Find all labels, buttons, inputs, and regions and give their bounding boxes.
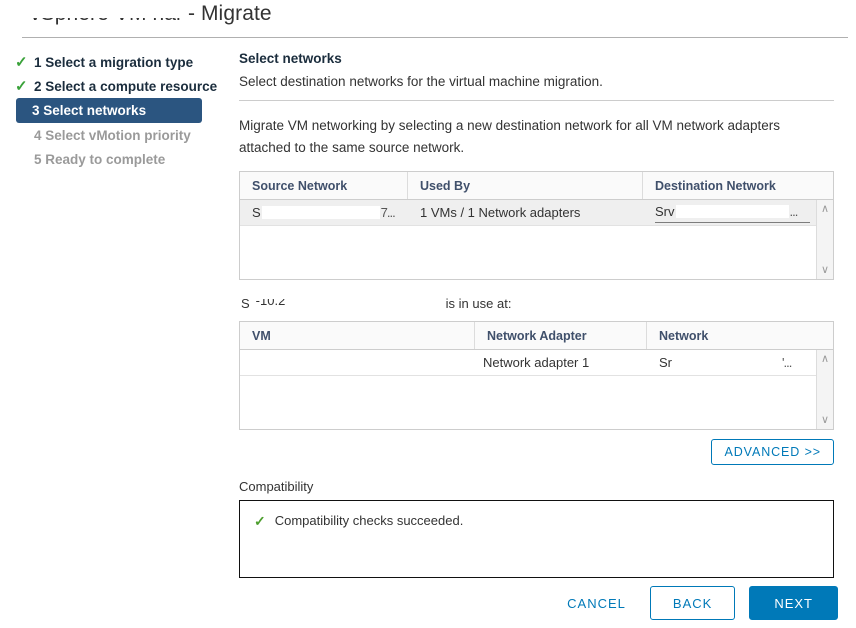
title-divider bbox=[22, 37, 848, 38]
column-header-network-adapter[interactable]: Network Adapter bbox=[475, 322, 647, 349]
in-use-network-prefix: S bbox=[241, 295, 250, 311]
table-row[interactable]: S 7... 1 VMs / 1 Network adapters Srv ..… bbox=[240, 200, 833, 226]
scroll-up-icon[interactable]: ∧ bbox=[821, 200, 829, 218]
panel-description: Migrate VM networking by selecting a new… bbox=[239, 118, 781, 155]
column-header-used-by[interactable]: Used By bbox=[408, 172, 643, 199]
cell-used-by: 1 VMs / 1 Network adapters bbox=[420, 205, 581, 220]
main-panel: Select networks Select destination netwo… bbox=[239, 50, 839, 578]
step-label: 2 Select a compute resource bbox=[34, 78, 218, 94]
check-icon: ✓ bbox=[15, 77, 28, 95]
source-network-redaction bbox=[261, 206, 380, 219]
source-network-prefix: S bbox=[252, 205, 261, 220]
check-circle-icon: ✓ bbox=[254, 513, 266, 529]
sidebar-item-select-migration-type[interactable]: ✓ 1 Select a migration type bbox=[0, 50, 230, 74]
cancel-button[interactable]: CANCEL bbox=[557, 588, 636, 619]
in-use-suffix-text: is in use at: bbox=[445, 295, 512, 311]
dialog-title: vSphere VM name - Migrate bbox=[30, 2, 272, 26]
check-icon: ✓ bbox=[15, 53, 28, 71]
destination-network-prefix: Srv bbox=[655, 204, 675, 219]
advanced-button-row: ADVANCED >> bbox=[239, 439, 834, 465]
cell-destination-network[interactable]: Srv ... bbox=[643, 200, 833, 225]
networks-table: Source Network Used By Destination Netwo… bbox=[239, 171, 834, 280]
compatibility-section-label: Compatibility bbox=[239, 479, 314, 494]
cell-source-network: S 7... bbox=[240, 200, 408, 225]
destination-network-redaction bbox=[675, 205, 789, 218]
usage-network-suffix: '... bbox=[782, 355, 792, 370]
back-button[interactable]: BACK bbox=[649, 586, 736, 620]
cell-network-adapter: Network adapter 1 bbox=[483, 355, 590, 370]
usage-network-prefix: Sr bbox=[659, 355, 672, 370]
dialog-footer: CANCEL BACK NEXT bbox=[557, 586, 838, 620]
usage-table: VM Network Adapter Network Network adapt… bbox=[239, 321, 834, 430]
usage-table-body: Network adapter 1 Sr '... ∧ ∨ bbox=[240, 350, 833, 429]
dialog-titlebar: vSphere VM name - Migrate bbox=[0, 0, 856, 38]
sidebar-item-ready-to-complete[interactable]: 5 Ready to complete bbox=[0, 147, 230, 171]
sidebar-item-select-compute-resource[interactable]: ✓ 2 Select a compute resource bbox=[0, 74, 230, 98]
cell-network: Sr '... bbox=[647, 350, 833, 375]
usage-table-empty-area bbox=[240, 376, 833, 429]
in-use-network-obscured: -10.2 bbox=[255, 298, 286, 308]
column-header-source-network[interactable]: Source Network bbox=[240, 172, 408, 199]
step-label: 4 Select vMotion priority bbox=[34, 127, 191, 143]
usage-table-header: VM Network Adapter Network bbox=[240, 322, 833, 350]
compatibility-message: Compatibility checks succeeded. bbox=[274, 513, 464, 528]
scroll-down-icon[interactable]: ∨ bbox=[821, 411, 829, 429]
table-row[interactable]: Network adapter 1 Sr '... bbox=[240, 350, 833, 376]
sidebar-item-select-networks[interactable]: 3 Select networks bbox=[16, 98, 202, 123]
column-header-destination-network[interactable]: Destination Network bbox=[643, 172, 833, 199]
advanced-button[interactable]: ADVANCED >> bbox=[711, 439, 834, 465]
networks-table-body: S 7... 1 VMs / 1 Network adapters Srv ..… bbox=[240, 200, 833, 279]
networks-table-empty-area bbox=[240, 226, 833, 279]
step-label: 1 Select a migration type bbox=[34, 54, 194, 70]
next-button[interactable]: NEXT bbox=[749, 586, 838, 620]
network-in-use-label: S -10.2 is in use at: bbox=[241, 294, 839, 312]
source-network-suffix: 7... bbox=[380, 205, 396, 220]
networks-table-header: Source Network Used By Destination Netwo… bbox=[240, 172, 833, 200]
usage-network-redaction bbox=[673, 356, 781, 369]
step-label: 3 Select networks bbox=[32, 103, 147, 118]
dialog-title-vm-name-obscured: vSphere VM name bbox=[30, 18, 182, 27]
check-icon-placeholder bbox=[15, 152, 31, 167]
destination-network-select[interactable]: Srv ... bbox=[655, 203, 810, 223]
check-icon-placeholder bbox=[15, 128, 31, 143]
compatibility-box: ✓ Compatibility checks succeeded. bbox=[239, 500, 834, 578]
sidebar-item-select-vmotion-priority[interactable]: 4 Select vMotion priority bbox=[0, 123, 230, 147]
step-label: 5 Ready to complete bbox=[34, 151, 166, 167]
scroll-down-icon[interactable]: ∨ bbox=[821, 261, 829, 279]
column-header-network[interactable]: Network bbox=[647, 322, 833, 349]
page-subtitle: Select destination networks for the virt… bbox=[239, 74, 603, 89]
wizard-step-list: ✓ 1 Select a migration type ✓ 2 Select a… bbox=[0, 50, 230, 171]
migrate-wizard-dialog: vSphere VM name - Migrate ✓ 1 Select a m… bbox=[0, 0, 856, 628]
panel-divider bbox=[239, 100, 834, 101]
cell-vm bbox=[240, 350, 475, 375]
dialog-title-suffix: - Migrate bbox=[187, 2, 272, 25]
column-header-vm[interactable]: VM bbox=[240, 322, 475, 349]
usage-table-scrollbar[interactable]: ∧ ∨ bbox=[816, 350, 833, 429]
destination-network-suffix: ... bbox=[789, 204, 799, 219]
page-title: Select networks bbox=[239, 51, 342, 66]
scroll-up-icon[interactable]: ∧ bbox=[821, 350, 829, 368]
networks-table-scrollbar[interactable]: ∧ ∨ bbox=[816, 200, 833, 279]
